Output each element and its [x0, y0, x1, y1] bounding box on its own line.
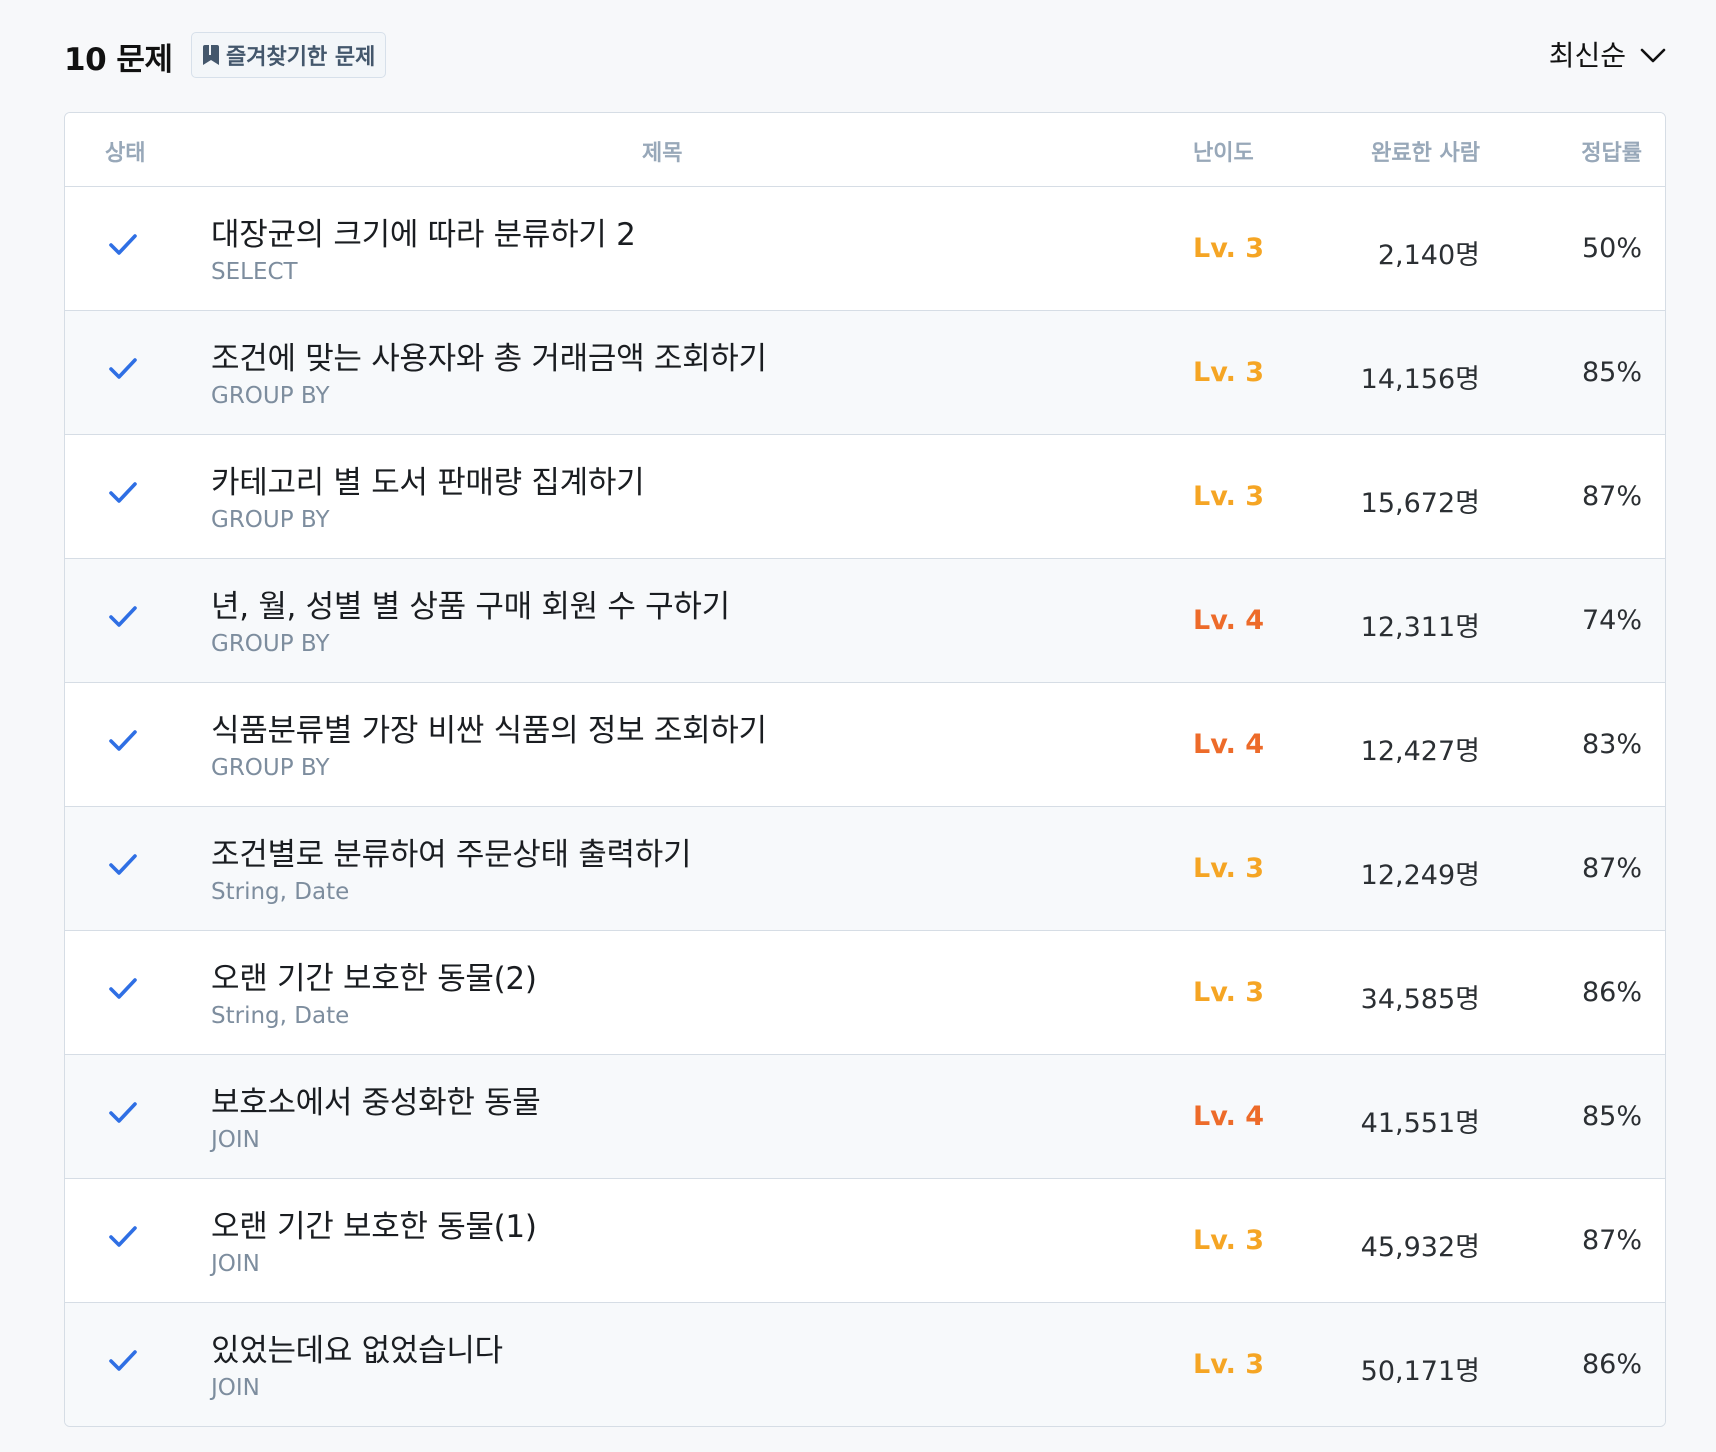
problem-category: String, Date [211, 879, 350, 905]
problem-level: Lv. 3 [1193, 1349, 1265, 1380]
problem-level: Lv. 4 [1193, 729, 1265, 760]
problem-table: 상태 제목 난이도 완료한 사람 정답률 대장균의 크기에 따라 분류하기 2 … [64, 112, 1666, 1427]
problem-level: Lv. 3 [1193, 233, 1265, 264]
chevron-down-icon [1640, 38, 1666, 71]
favorites-filter-label: 즐겨찾기한 문제 [226, 45, 376, 70]
sort-label: 최신순 [1548, 39, 1626, 72]
table-row[interactable]: 카테고리 별 도서 판매량 집계하기 GROUP BY Lv. 3 15,672… [65, 435, 1665, 559]
list-toolbar: 10 문제 즐겨찾기한 문제 최신순 [64, 28, 1666, 84]
check-icon [108, 605, 138, 633]
bookmark-icon [202, 43, 222, 67]
problem-category: JOIN [211, 1251, 260, 1277]
accuracy-rate: 74% [1581, 605, 1642, 636]
table-row[interactable]: 조건에 맞는 사용자와 총 거래금액 조회하기 GROUP BY Lv. 3 1… [65, 311, 1665, 435]
problem-title-link[interactable]: 오랜 기간 보호한 동물(1) [211, 1201, 537, 1246]
problem-title-link[interactable]: 대장균의 크기에 따라 분류하기 2 [211, 209, 636, 254]
problem-level: Lv. 3 [1193, 977, 1265, 1008]
completed-count: 45,932명 [1360, 1232, 1480, 1263]
accuracy-rate: 86% [1581, 1349, 1642, 1380]
check-icon [108, 853, 138, 881]
accuracy-rate: 87% [1581, 853, 1642, 884]
problem-category: JOIN [211, 1127, 260, 1153]
check-icon [108, 357, 138, 385]
problem-category: GROUP BY [211, 755, 330, 781]
sort-dropdown[interactable]: 최신순 [1549, 34, 1666, 74]
check-icon [108, 233, 138, 261]
problem-title-link[interactable]: 오랜 기간 보호한 동물(2) [211, 953, 537, 998]
table-row[interactable]: 년, 월, 성별 별 상품 구매 회원 수 구하기 GROUP BY Lv. 4… [65, 559, 1665, 683]
check-icon [108, 1349, 138, 1377]
column-header-level: 난이도 [1193, 141, 1254, 166]
problem-count: 10 문제 [64, 42, 173, 78]
problem-category: JOIN [211, 1375, 260, 1401]
check-icon [108, 1225, 138, 1253]
column-header-status: 상태 [105, 141, 146, 166]
column-header-rate: 정답률 [1581, 141, 1642, 166]
accuracy-rate: 85% [1581, 357, 1642, 388]
completed-count: 14,156명 [1360, 364, 1480, 395]
problem-level: Lv. 3 [1193, 853, 1265, 884]
accuracy-rate: 87% [1581, 481, 1642, 512]
completed-count: 12,249명 [1360, 860, 1480, 891]
table-row[interactable]: 보호소에서 중성화한 동물 JOIN Lv. 4 41,551명 85% [65, 1055, 1665, 1179]
problem-category: String, Date [211, 1003, 350, 1029]
problem-level: Lv. 3 [1193, 481, 1265, 512]
check-icon [108, 481, 138, 509]
problem-list-panel: 10 문제 즐겨찾기한 문제 최신순 상태 제목 난이도 완료한 사람 정답률 [64, 28, 1666, 1427]
accuracy-rate: 87% [1581, 1225, 1642, 1256]
table-row[interactable]: 오랜 기간 보호한 동물(1) JOIN Lv. 3 45,932명 87% [65, 1179, 1665, 1303]
completed-count: 12,427명 [1360, 736, 1480, 767]
problem-level: Lv. 4 [1193, 605, 1265, 636]
table-header: 상태 제목 난이도 완료한 사람 정답률 [65, 113, 1665, 187]
completed-count: 2,140명 [1377, 240, 1480, 271]
accuracy-rate: 50% [1581, 233, 1642, 264]
problem-level: Lv. 4 [1193, 1101, 1265, 1132]
table-row[interactable]: 조건별로 분류하여 주문상태 출력하기 String, Date Lv. 3 1… [65, 807, 1665, 931]
table-row[interactable]: 식품분류별 가장 비싼 식품의 정보 조회하기 GROUP BY Lv. 4 1… [65, 683, 1665, 807]
completed-count: 15,672명 [1360, 488, 1480, 519]
column-header-completed: 완료한 사람 [1371, 141, 1480, 166]
problem-level: Lv. 3 [1193, 1225, 1265, 1256]
problem-title-link[interactable]: 조건에 맞는 사용자와 총 거래금액 조회하기 [211, 333, 767, 378]
table-body: 대장균의 크기에 따라 분류하기 2 SELECT Lv. 3 2,140명 5… [65, 187, 1665, 1426]
problem-title-link[interactable]: 카테고리 별 도서 판매량 집계하기 [211, 457, 645, 502]
problem-title-link[interactable]: 조건별로 분류하여 주문상태 출력하기 [211, 829, 691, 874]
table-row[interactable]: 대장균의 크기에 따라 분류하기 2 SELECT Lv. 3 2,140명 5… [65, 187, 1665, 311]
check-icon [108, 977, 138, 1005]
problem-level: Lv. 3 [1193, 357, 1265, 388]
problem-title-link[interactable]: 년, 월, 성별 별 상품 구매 회원 수 구하기 [211, 581, 730, 626]
check-icon [108, 1101, 138, 1129]
completed-count: 50,171명 [1360, 1356, 1480, 1387]
check-icon [108, 729, 138, 757]
accuracy-rate: 83% [1581, 729, 1642, 760]
problem-category: SELECT [211, 259, 298, 285]
problem-title-link[interactable]: 있었는데요 없었습니다 [211, 1325, 503, 1370]
favorites-filter-button[interactable]: 즐겨찾기한 문제 [191, 32, 387, 78]
problem-category: GROUP BY [211, 383, 330, 409]
problem-title-link[interactable]: 식품분류별 가장 비싼 식품의 정보 조회하기 [211, 705, 767, 750]
completed-count: 12,311명 [1360, 612, 1480, 643]
accuracy-rate: 86% [1581, 977, 1642, 1008]
completed-count: 41,551명 [1360, 1108, 1480, 1139]
table-row[interactable]: 오랜 기간 보호한 동물(2) String, Date Lv. 3 34,58… [65, 931, 1665, 1055]
accuracy-rate: 85% [1581, 1101, 1642, 1132]
problem-title-link[interactable]: 보호소에서 중성화한 동물 [211, 1077, 541, 1122]
problem-category: GROUP BY [211, 507, 330, 533]
completed-count: 34,585명 [1360, 984, 1480, 1015]
column-header-title: 제목 [642, 141, 683, 166]
table-row[interactable]: 있었는데요 없었습니다 JOIN Lv. 3 50,171명 86% [65, 1303, 1665, 1426]
problem-category: GROUP BY [211, 631, 330, 657]
